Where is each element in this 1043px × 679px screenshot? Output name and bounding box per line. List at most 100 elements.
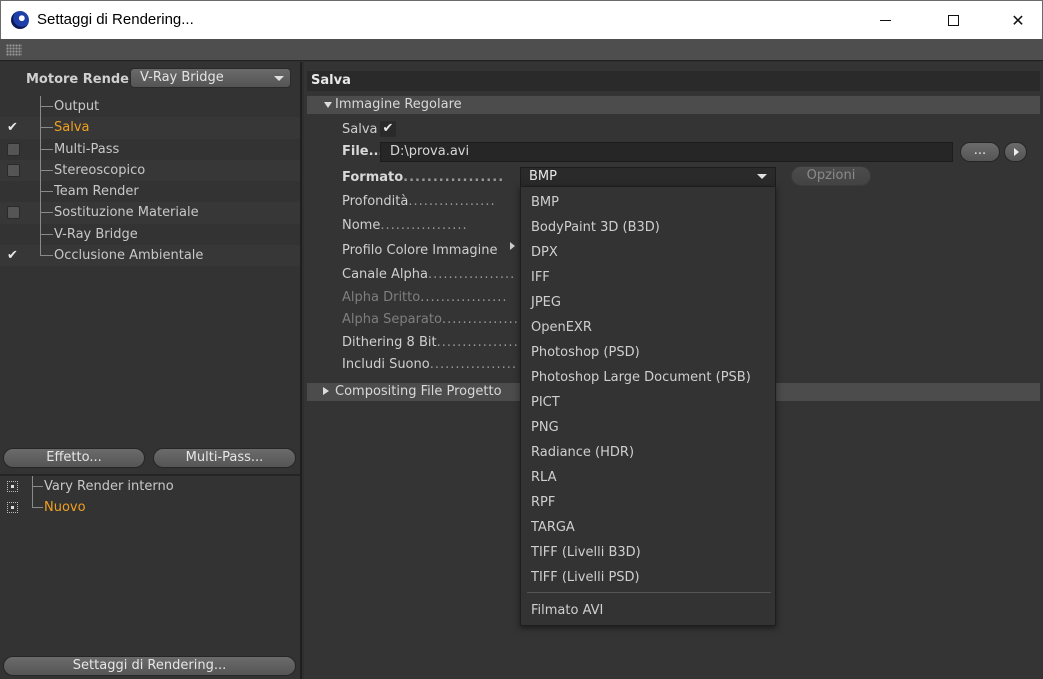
formato-label: Formato................. bbox=[342, 170, 504, 185]
tree-item-stereoscopico[interactable]: Stereoscopico bbox=[0, 159, 300, 182]
checkmark-icon[interactable]: ✔ bbox=[7, 121, 20, 134]
file-button[interactable]: File... bbox=[342, 144, 383, 159]
tree-item-output[interactable]: Output bbox=[0, 96, 300, 118]
render-setting-item-vary[interactable]: Vary Render interno bbox=[0, 476, 300, 497]
checkbox-icon[interactable] bbox=[7, 163, 20, 177]
tree-branch bbox=[40, 117, 53, 139]
tree-item-label: Output bbox=[54, 99, 100, 114]
nome-label: Nome................. bbox=[342, 218, 468, 233]
browse-button[interactable]: ... bbox=[960, 142, 1000, 162]
effetto-button[interactable]: Effetto... bbox=[3, 448, 145, 468]
tree-item-label: V-Ray Bridge bbox=[54, 226, 138, 242]
tree-item-vray-bridge[interactable]: V-Ray Bridge bbox=[0, 223, 300, 246]
tree-branch bbox=[40, 96, 53, 118]
tree-item-label: Stereoscopico bbox=[54, 162, 146, 178]
render-setting-item-nuovo[interactable]: Nuovo bbox=[0, 497, 300, 518]
format-option[interactable]: DPX bbox=[531, 245, 558, 260]
format-option[interactable]: Photoshop Large Document (PSB) bbox=[531, 370, 751, 385]
settings-tree: Output ✔ Salva Multi-Pass Stereoscopico … bbox=[0, 96, 300, 267]
maximize-button[interactable] bbox=[930, 1, 976, 39]
format-option[interactable]: JPEG bbox=[531, 295, 561, 310]
section-title: Salva bbox=[307, 71, 1040, 91]
render-engine-dropdown[interactable]: V-Ray Bridge bbox=[130, 68, 291, 88]
close-button[interactable]: ✕ bbox=[995, 1, 1041, 39]
formato-label-text: Formato bbox=[342, 170, 404, 185]
tree-item-label: Sostituzione Materiale bbox=[54, 205, 199, 221]
tree-branch bbox=[40, 181, 53, 203]
tree-branch bbox=[32, 476, 43, 497]
render-settings-list: Vary Render interno Nuovo bbox=[0, 474, 300, 649]
salva-checkbox[interactable]: ✔ bbox=[380, 121, 396, 137]
formato-value: BMP bbox=[529, 169, 557, 184]
chevron-down-icon bbox=[757, 174, 767, 179]
nome-label-text: Nome bbox=[342, 218, 381, 233]
triangle-down-icon bbox=[324, 102, 332, 108]
opzioni-button[interactable]: Opzioni bbox=[791, 166, 871, 186]
tree-item-multi-pass[interactable]: Multi-Pass bbox=[0, 138, 300, 160]
multi-pass-button[interactable]: Multi-Pass... bbox=[153, 448, 296, 468]
tree-branch bbox=[40, 159, 53, 182]
format-option[interactable]: Photoshop (PSD) bbox=[531, 345, 640, 360]
left-panel: Motore Render V-Ray Bridge Output ✔ Salv… bbox=[0, 62, 302, 679]
format-option-avi[interactable]: Filmato AVI bbox=[531, 603, 603, 618]
checkbox-icon[interactable] bbox=[7, 206, 20, 220]
format-popup-list: BMP BodyPaint 3D (B3D) DPX IFF JPEG Open… bbox=[520, 186, 776, 626]
format-option[interactable]: IFF bbox=[531, 270, 550, 285]
dots: ................. bbox=[408, 194, 496, 209]
format-option[interactable]: TIFF (Livelli PSD) bbox=[531, 570, 640, 585]
tree-item-sostituzione-materiale[interactable]: Sostituzione Materiale bbox=[0, 202, 300, 224]
tree-branch bbox=[40, 245, 53, 257]
checkbox-icon[interactable] bbox=[7, 142, 20, 156]
tree-branch bbox=[40, 138, 53, 160]
play-arrow-button[interactable] bbox=[1004, 142, 1027, 162]
checkmark-icon[interactable]: ✔ bbox=[7, 249, 20, 262]
immagine-regolare-header[interactable]: Immagine Regolare bbox=[307, 96, 1040, 114]
cinema4d-app-icon bbox=[11, 11, 29, 29]
format-option[interactable]: BodyPaint 3D (B3D) bbox=[531, 220, 660, 235]
compositing-label: Compositing File Progetto bbox=[335, 384, 502, 399]
triangle-right-icon bbox=[323, 387, 329, 395]
dots: ................. bbox=[436, 335, 524, 350]
render-setting-label: Nuovo bbox=[44, 500, 86, 515]
format-option[interactable]: PNG bbox=[531, 420, 559, 435]
profondita-label-text: Profondità bbox=[342, 194, 409, 209]
profilo-colore-label[interactable]: Profilo Colore Immagine bbox=[342, 243, 498, 258]
tree-item-label: Occlusione Ambientale bbox=[54, 248, 204, 264]
format-option[interactable]: BMP bbox=[531, 195, 559, 210]
render-settings-button[interactable]: Settaggi di Rendering... bbox=[3, 656, 296, 676]
tree-item-team-render[interactable]: Team Render bbox=[0, 181, 300, 203]
file-path-input[interactable]: D:\prova.avi bbox=[380, 142, 953, 162]
tree-item-occlusione-ambientale[interactable]: ✔ Occlusione Ambientale bbox=[0, 245, 300, 267]
alpha-dritto-label: Alpha Dritto................. bbox=[342, 290, 507, 305]
chevron-down-icon bbox=[274, 76, 284, 81]
formato-dropdown[interactable]: BMP bbox=[520, 167, 776, 187]
popup-separator bbox=[527, 592, 771, 593]
render-engine-label: Motore Render bbox=[26, 72, 136, 87]
minimize-icon bbox=[879, 19, 891, 21]
dithering-label-text: Dithering 8 Bit bbox=[342, 335, 437, 350]
tree-branch bbox=[40, 223, 53, 246]
submenu-arrow-icon bbox=[510, 242, 515, 250]
dots: ................. bbox=[441, 312, 530, 327]
alpha-separato-label-text: Alpha Separato bbox=[342, 312, 442, 327]
dots: ................. bbox=[429, 357, 517, 372]
minimize-button[interactable] bbox=[862, 1, 908, 39]
format-option[interactable]: OpenEXR bbox=[531, 320, 592, 335]
render-engine-value: V-Ray Bridge bbox=[140, 70, 224, 85]
format-option[interactable]: TIFF (Livelli B3D) bbox=[531, 545, 641, 560]
tree-item-salva[interactable]: ✔ Salva bbox=[0, 117, 300, 139]
format-option[interactable]: TARGA bbox=[531, 520, 575, 535]
immagine-regolare-label: Immagine Regolare bbox=[335, 97, 462, 112]
tree-item-label: Team Render bbox=[54, 184, 139, 200]
format-option[interactable]: RPF bbox=[531, 495, 555, 510]
includi-suono-label: Includi Suono................. bbox=[342, 357, 517, 372]
format-option[interactable]: PICT bbox=[531, 395, 560, 410]
render-setting-label: Vary Render interno bbox=[44, 479, 174, 494]
grip-icon[interactable] bbox=[6, 44, 22, 56]
format-option[interactable]: RLA bbox=[531, 470, 556, 485]
dots: ................. bbox=[420, 290, 508, 305]
format-option[interactable]: Radiance (HDR) bbox=[531, 445, 634, 460]
tree-item-label: Salva bbox=[54, 120, 90, 136]
profondita-label: Profondità................. bbox=[342, 194, 496, 209]
dithering-label: Dithering 8 Bit................. bbox=[342, 335, 524, 350]
